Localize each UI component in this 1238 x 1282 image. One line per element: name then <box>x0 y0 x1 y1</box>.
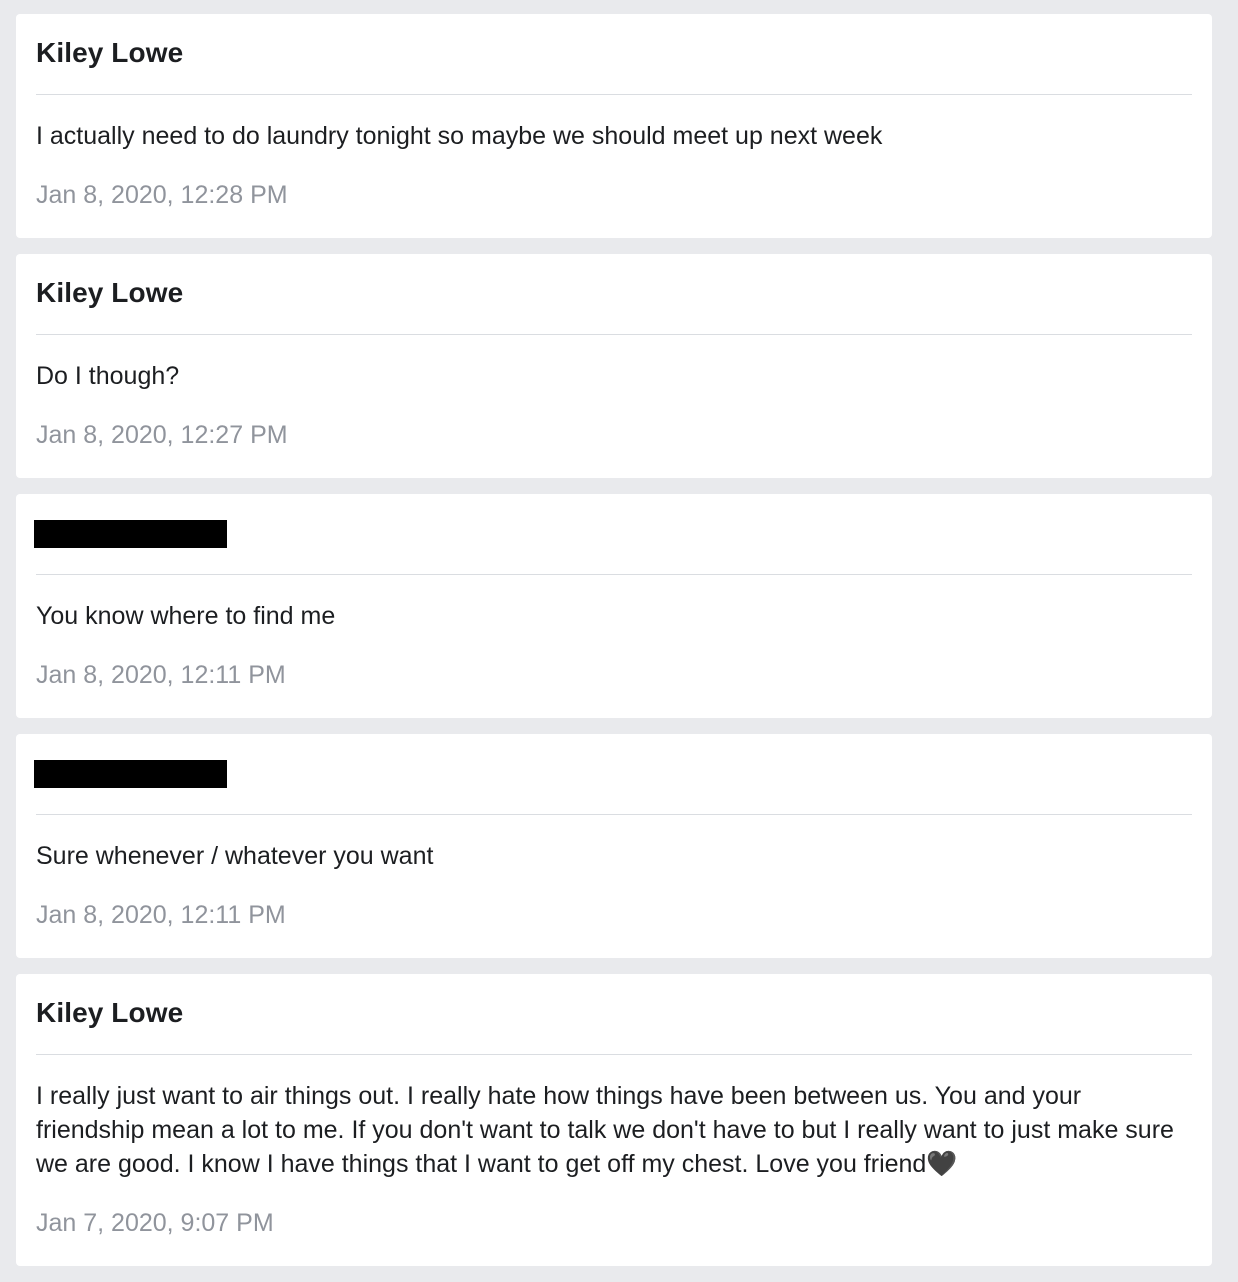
message-card: Kiley Lowe Do I though? Jan 8, 2020, 12:… <box>16 254 1212 478</box>
message-timestamp: Jan 8, 2020, 12:11 PM <box>36 661 286 689</box>
message-card: Kiley Lowe I actually need to do laundry… <box>16 14 1212 238</box>
message-card: Kiley Lowe I really just want to air thi… <box>16 974 1212 1266</box>
message-text: Sure whenever / whatever you want <box>36 842 434 870</box>
message-timestamp: Jan 8, 2020, 12:11 PM <box>36 901 286 929</box>
message-header: Kiley Lowe <box>36 14 1192 95</box>
message-text: I really just want to air things out. I … <box>36 1082 1174 1178</box>
message-card: Sure whenever / whatever you want Jan 8,… <box>16 734 1212 958</box>
sender-name[interactable]: Kiley Lowe <box>36 997 183 1029</box>
sender-name[interactable]: Kiley Lowe <box>36 277 183 309</box>
message-text: I actually need to do laundry tonight so… <box>36 122 883 150</box>
redacted-sender-name <box>34 760 227 788</box>
message-timestamp: Jan 7, 2020, 9:07 PM <box>36 1209 274 1237</box>
message-header <box>34 494 1192 575</box>
message-header: Kiley Lowe <box>36 974 1192 1055</box>
message-timestamp: Jan 8, 2020, 12:27 PM <box>36 421 288 449</box>
message-timestamp: Jan 8, 2020, 12:28 PM <box>36 181 288 209</box>
sender-name[interactable]: Kiley Lowe <box>36 37 183 69</box>
message-header <box>34 734 1192 815</box>
message-thread: Kiley Lowe I actually need to do laundry… <box>16 14 1212 1282</box>
redacted-sender-name <box>34 520 227 548</box>
message-text: You know where to find me <box>36 602 336 630</box>
message-text: Do I though? <box>36 362 180 390</box>
message-header: Kiley Lowe <box>36 254 1192 335</box>
message-card: You know where to find me Jan 8, 2020, 1… <box>16 494 1212 718</box>
